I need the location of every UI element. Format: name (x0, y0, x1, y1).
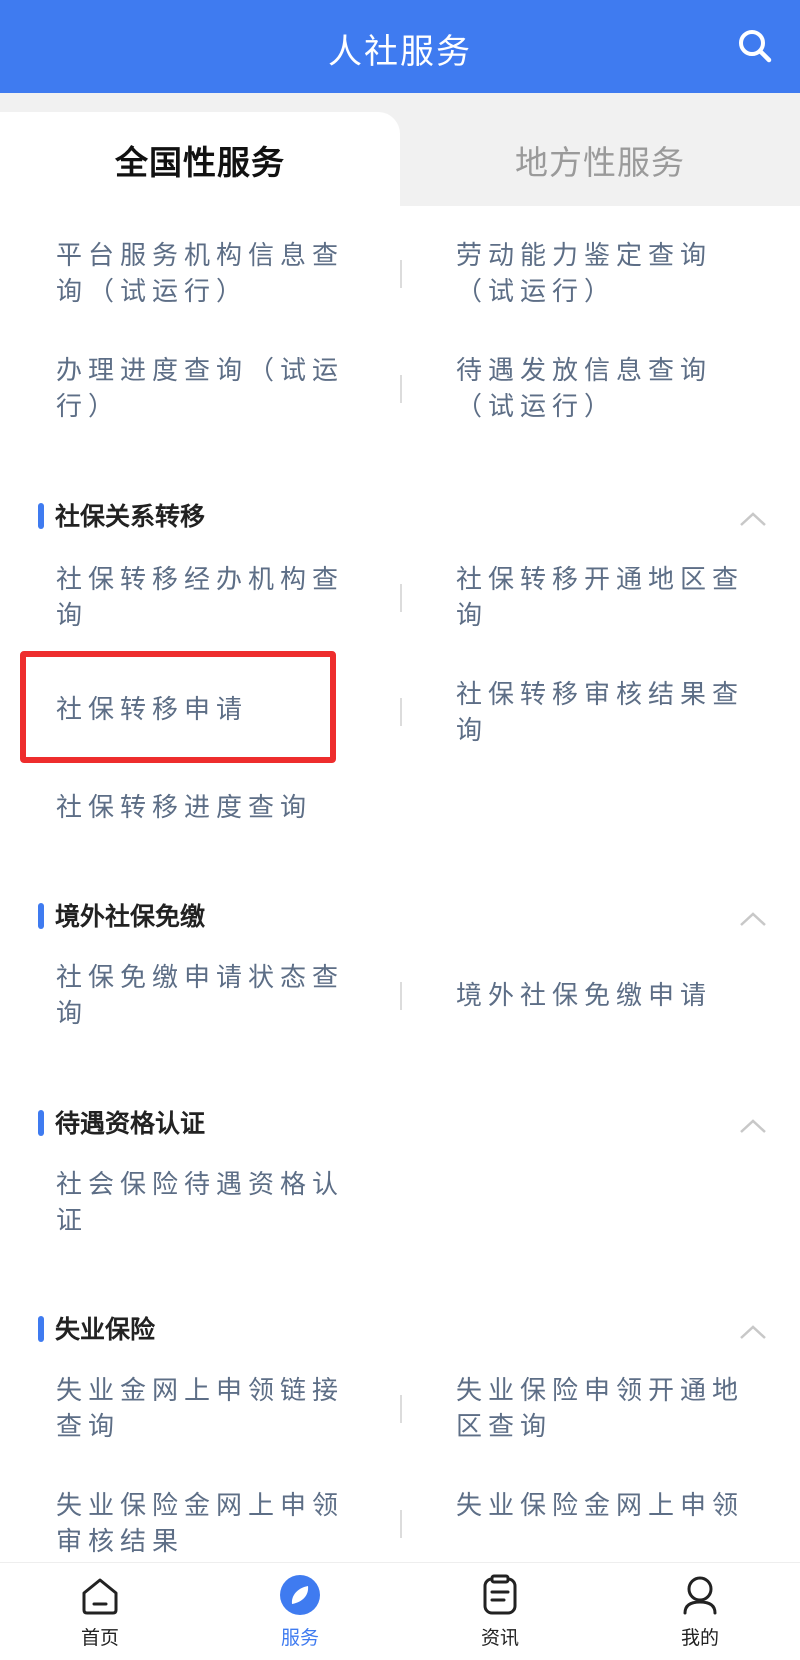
app-header: 人社服务 (0, 0, 800, 93)
section-title: 待遇资格认证 (55, 1109, 206, 1138)
chevron-up-icon[interactable] (738, 510, 768, 528)
service-item[interactable]: 失业保险申领开通地区查询 (456, 1373, 756, 1445)
service-item[interactable]: 办理进度查询（试运行） (56, 353, 356, 425)
divider (400, 698, 402, 726)
user-icon (683, 1576, 717, 1615)
service-item[interactable]: 社保转移经办机构查询 (56, 562, 356, 634)
chevron-up-icon[interactable] (738, 1117, 768, 1135)
nav-item-home[interactable]: 首页 (0, 1563, 200, 1660)
service-item[interactable]: 失业保险金网上申领 (456, 1488, 756, 1524)
section-marker (38, 1110, 44, 1136)
nav-label: 我的 (680, 1627, 719, 1649)
nav-item-services[interactable]: 服务 (200, 1563, 400, 1660)
tab-local-services[interactable]: 地方性服务 (400, 112, 800, 208)
search-button[interactable] (735, 26, 775, 66)
page-title: 人社服务 (328, 32, 472, 72)
service-item[interactable]: 待遇发放信息查询（试运行） (456, 353, 756, 425)
news-icon (483, 1574, 517, 1615)
service-item[interactable]: 社保免缴申请状态查询 (56, 960, 356, 1032)
service-item[interactable]: 失业保险金网上申领审核结果 (56, 1488, 356, 1560)
section-marker (38, 503, 44, 529)
nav-label: 资讯 (480, 1627, 519, 1649)
section-title: 境外社保免缴 (55, 902, 206, 931)
service-item[interactable]: 社保转移进度查询 (56, 790, 356, 826)
service-item[interactable]: 社会保险待遇资格认证 (56, 1167, 356, 1239)
divider (400, 584, 402, 612)
tab-national-services[interactable]: 全国性服务 (0, 112, 400, 208)
home-icon (82, 1578, 118, 1615)
section-title: 社保关系转移 (55, 502, 206, 531)
divider (400, 375, 402, 403)
divider (400, 1510, 402, 1538)
service-item[interactable]: 境外社保免缴申请 (456, 978, 756, 1014)
section-marker (38, 1316, 44, 1342)
service-item[interactable]: 社保转移审核结果查询 (456, 677, 756, 749)
divider (400, 982, 402, 1010)
nav-item-profile[interactable]: 我的 (600, 1563, 800, 1660)
bottom-nav: 首页 服务 资讯 我的 (0, 1562, 800, 1660)
nav-label: 服务 (280, 1627, 319, 1649)
section-marker (38, 903, 44, 929)
compass-icon (280, 1575, 320, 1615)
divider (400, 260, 402, 288)
service-item[interactable]: 劳动能力鉴定查询（试运行） (456, 238, 756, 310)
chevron-up-icon[interactable] (738, 1323, 768, 1341)
divider (400, 1395, 402, 1423)
search-icon (739, 30, 772, 63)
section-title: 失业保险 (55, 1315, 156, 1344)
service-item-transfer-apply[interactable]: 社保转移申请 (56, 692, 356, 728)
chevron-up-icon[interactable] (738, 910, 768, 928)
service-item[interactable]: 平台服务机构信息查询（试运行） (56, 238, 356, 310)
nav-item-news[interactable]: 资讯 (400, 1563, 600, 1660)
service-item[interactable]: 社保转移开通地区查询 (456, 562, 756, 634)
service-item[interactable]: 失业金网上申领链接查询 (56, 1373, 356, 1445)
nav-label: 首页 (80, 1627, 119, 1649)
